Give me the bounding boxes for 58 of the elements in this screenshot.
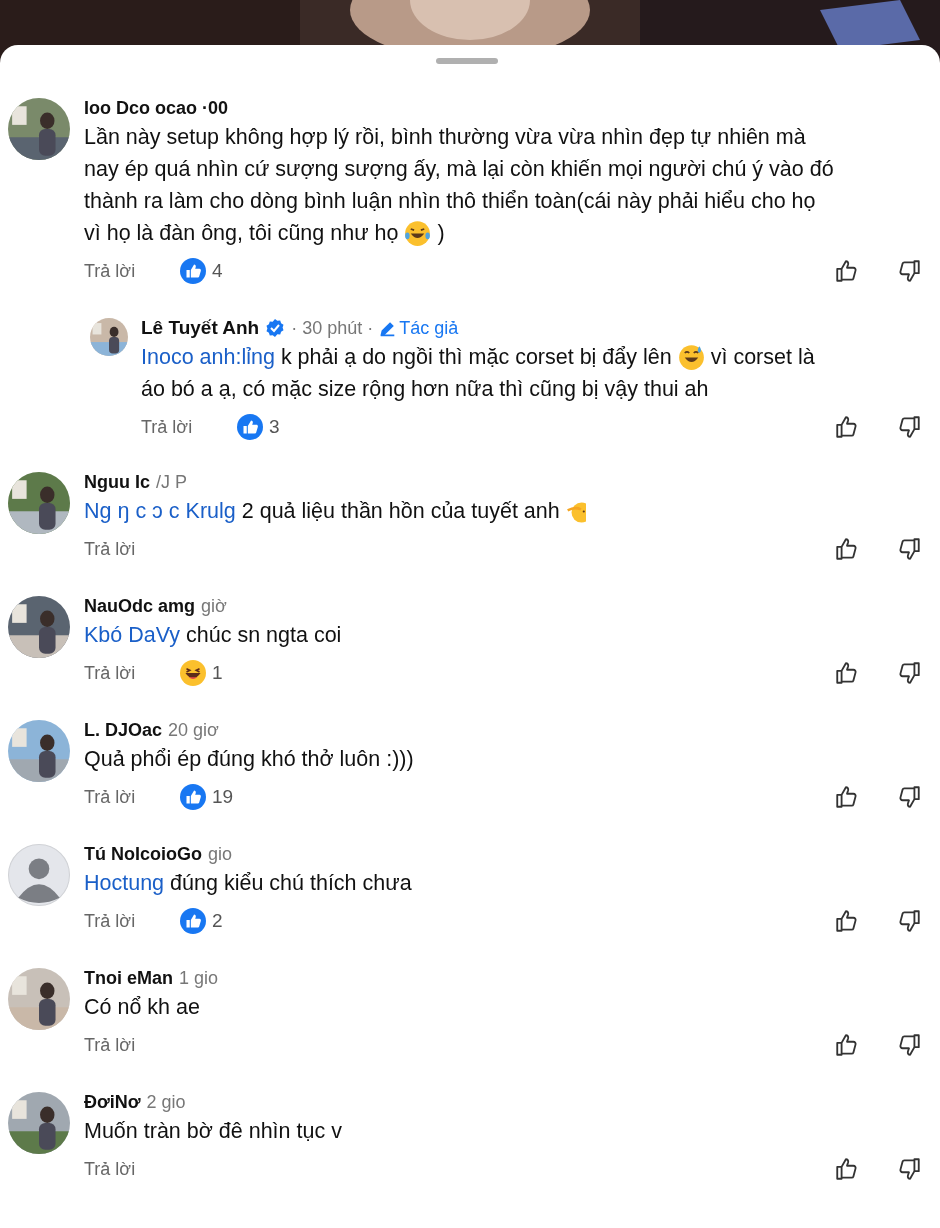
reply-link[interactable]: Trả lời: [84, 260, 180, 282]
comment-time: /J P: [156, 471, 187, 493]
thumbs-down-icon[interactable]: [896, 536, 922, 562]
reply-link[interactable]: Trả lời: [84, 1158, 180, 1180]
reaction-count: 2: [212, 910, 223, 932]
reply-link[interactable]: Trả lời: [84, 538, 180, 560]
comment-time: · 30 phút ·: [291, 317, 374, 339]
comment-text: đúng kiểu chú thích chưa: [170, 870, 412, 897]
thumbs-down-icon[interactable]: [896, 1156, 922, 1182]
commenter-name[interactable]: Ioo Dco ocao ·00: [84, 97, 229, 119]
reply-link[interactable]: Trả lời: [84, 910, 180, 932]
comment-text: Có nổ kh ae: [84, 994, 200, 1021]
comment-text: thành ra làm cho dòng bình luận nhìn thô thiển toàn(cái này phải hiểu cho họ: [84, 188, 816, 215]
thumbs-down-icon[interactable]: [896, 258, 922, 284]
comment-time: 1 gio: [179, 967, 219, 989]
smiling-emoji-icon: [677, 343, 705, 371]
mention-link[interactable]: Ng ŋ c ɔ c Krulg: [84, 495, 236, 527]
commenter-name[interactable]: NauOdc amg: [84, 595, 196, 617]
reaction-count: 19: [212, 786, 234, 808]
comment-time: giờ: [201, 595, 227, 617]
reaction-count: 1: [212, 662, 223, 684]
commenter-name[interactable]: Tnoi eMan: [84, 967, 173, 989]
comment-text: Lần này setup không hợp lý rồi, bình thường vừa vừa nhìn đẹp tự nhiên mà: [84, 124, 806, 151]
mention-link[interactable]: Hoctung: [84, 867, 165, 899]
reply-link[interactable]: Trả lời: [84, 1034, 180, 1056]
mention-link[interactable]: Kbó DaVy: [84, 619, 180, 651]
comment-text: vì corset là: [710, 344, 815, 371]
commenter-name[interactable]: Tú NoIcoioGo: [84, 843, 202, 865]
reply-link[interactable]: Trả lời: [84, 786, 180, 808]
thumbs-down-icon[interactable]: [896, 414, 922, 440]
comment-text: chúc sn ngta coi: [186, 622, 342, 649]
commenter-name[interactable]: Nguu Ic: [84, 471, 150, 493]
comment-text: ): [437, 220, 445, 247]
comment-time: 2 gio: [146, 1091, 186, 1113]
laughing-emoji-icon: [404, 219, 432, 247]
comment-text: Quả phổi ép đúng khó thở luôn :))): [84, 746, 414, 773]
commenter-name[interactable]: ĐơiNơ: [84, 1091, 141, 1113]
thumbs-down-icon[interactable]: [896, 784, 922, 810]
thumbs-down-icon[interactable]: [896, 660, 922, 686]
comment-text: Muốn tràn bờ đê nhìn tục v: [84, 1118, 342, 1145]
comment-text: 2 quả liệu thần hồn của tuyết anh: [241, 498, 560, 525]
comment-text: nay ép quá nhìn cứ sượng sượng ấy, mà lại còn khiến mọi người chú ý vào đó: [84, 156, 834, 183]
mention-link[interactable]: Inoco anh:lỉng: [141, 341, 275, 373]
comment-time: 20 giơ: [168, 719, 219, 741]
commenter-name[interactable]: L. DJOac: [84, 719, 163, 741]
author-link[interactable]: Tác giả: [399, 317, 459, 339]
thumbs-down-icon[interactable]: [896, 908, 922, 934]
reply-link[interactable]: Trả lời: [84, 662, 180, 684]
comment-time: gio: [208, 843, 232, 865]
comment-text: vì họ là đàn ông, tôi cũng như họ: [84, 220, 399, 247]
reaction-count: 4: [212, 260, 223, 282]
reaction-count: 3: [269, 416, 280, 438]
reply-link[interactable]: Trả lời: [141, 416, 237, 438]
comment-text: k phải ạ do ngồi thì mặc corset bị đẩy lên: [280, 344, 672, 371]
default-avatar-icon: [8, 844, 70, 906]
thumbs-down-icon[interactable]: [896, 1032, 922, 1058]
commenter-name[interactable]: Lê Tuyết Anh: [141, 317, 260, 339]
comment-text: áo bó a ạ, có mặc size rộng hơn nữa thì cũng bị vậy thui ah: [141, 376, 709, 403]
